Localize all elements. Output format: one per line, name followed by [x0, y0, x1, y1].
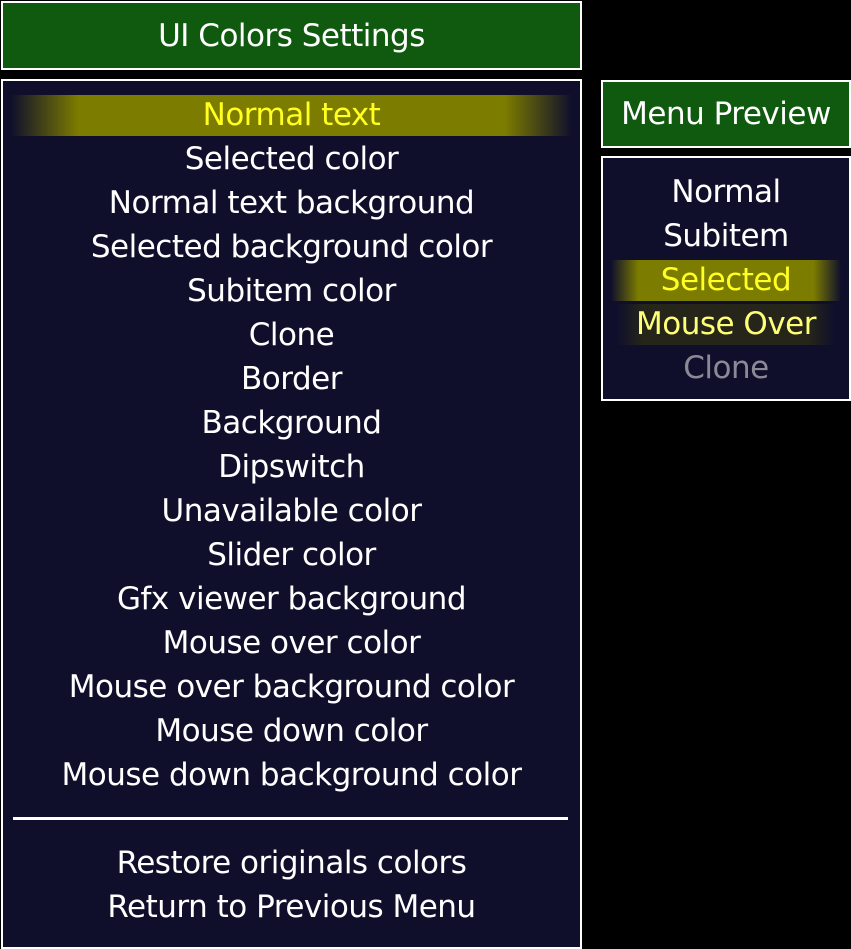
menu-item-selected-background-color[interactable]: Selected background color — [3, 225, 580, 269]
preview-item-clone: Clone — [683, 350, 769, 386]
settings-title: UI Colors Settings — [1, 1, 582, 70]
menu-item-mouse-down-color[interactable]: Mouse down color — [3, 709, 580, 753]
settings-menu: Normal text Selected color Normal text b… — [1, 79, 582, 949]
menu-item-mouse-down-background-color[interactable]: Mouse down background color — [3, 753, 580, 797]
menu-item-clone[interactable]: Clone — [3, 313, 580, 357]
menu-item-gfx-viewer-background[interactable]: Gfx viewer background — [3, 577, 580, 621]
settings-title-text: UI Colors Settings — [158, 17, 425, 54]
preview-item-subitem: Subitem — [663, 218, 789, 254]
preview-title-text: Menu Preview — [621, 96, 831, 132]
menu-preview: Normal Subitem Selected Mouse Over Clone — [601, 156, 851, 401]
preview-item-selected: Selected — [603, 258, 849, 302]
preview-item-mouse-over: Mouse Over — [603, 302, 849, 346]
menu-divider — [13, 817, 568, 820]
restore-original-colors-button[interactable]: Restore originals colors — [3, 841, 580, 885]
menu-item-subitem-color[interactable]: Subitem color — [3, 269, 580, 313]
preview-title: Menu Preview — [601, 80, 851, 148]
menu-item-normal-text-background[interactable]: Normal text background — [3, 181, 580, 225]
menu-item-selected-color[interactable]: Selected color — [3, 137, 580, 181]
preview-item-normal: Normal — [671, 174, 781, 210]
menu-item-border[interactable]: Border — [3, 357, 580, 401]
menu-item-unavailable-color[interactable]: Unavailable color — [3, 489, 580, 533]
menu-item-mouse-over-color[interactable]: Mouse over color — [3, 621, 580, 665]
menu-item-mouse-over-background-color[interactable]: Mouse over background color — [3, 665, 580, 709]
menu-item-dipswitch[interactable]: Dipswitch — [3, 445, 580, 489]
menu-item-normal-text[interactable]: Normal text — [3, 93, 580, 137]
menu-item-slider-color[interactable]: Slider color — [3, 533, 580, 577]
menu-item-background[interactable]: Background — [3, 401, 580, 445]
return-to-previous-menu-button[interactable]: Return to Previous Menu — [3, 885, 580, 929]
